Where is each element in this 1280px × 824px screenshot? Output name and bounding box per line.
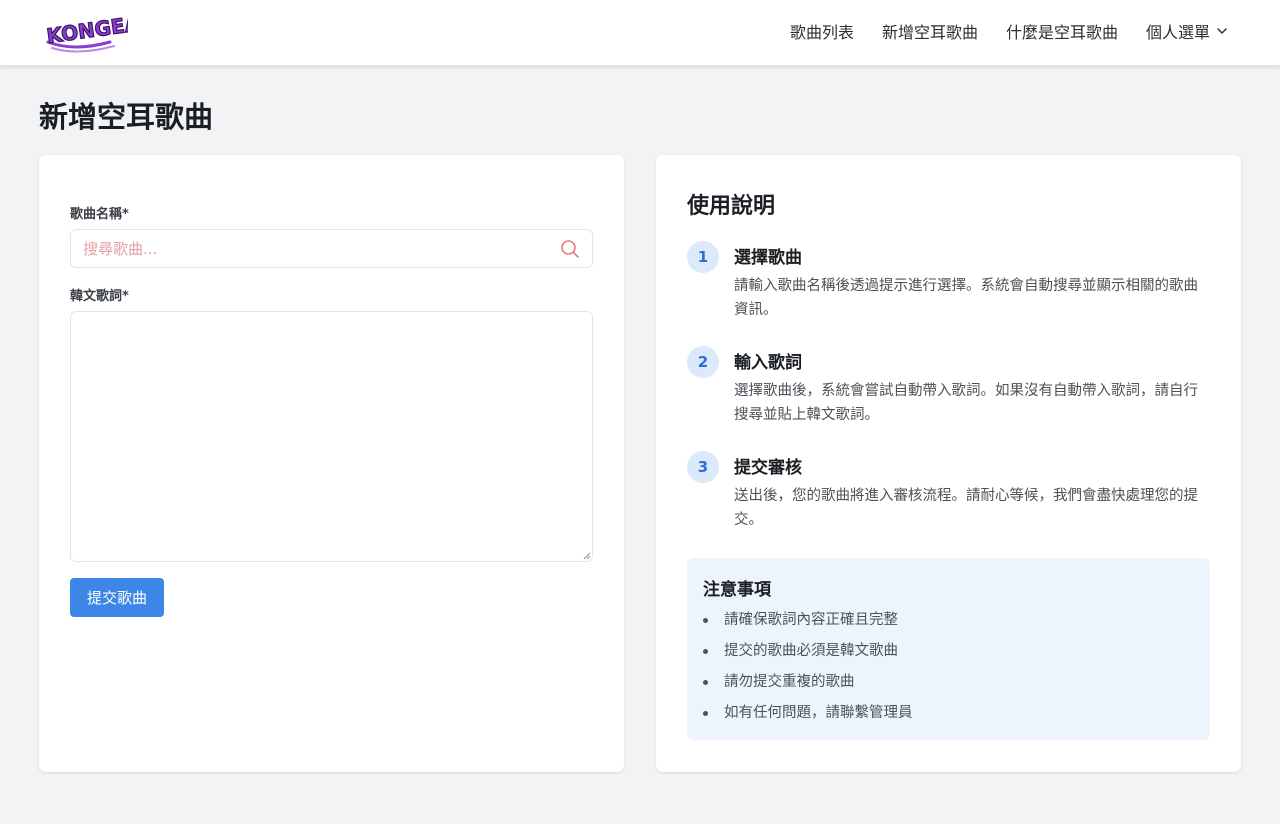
step-number-badge: 1 [687, 241, 719, 273]
notice-box: 注意事項 請確保歌詞內容正確且完整 提交的歌曲必須是韓文歌曲 請勿提交重複的歌曲… [687, 558, 1210, 740]
step-number-badge: 3 [687, 451, 719, 483]
top-navbar: KONGEAR 歌曲列表 新增空耳歌曲 什麼是空耳歌曲 個人選單 [0, 0, 1280, 66]
search-icon[interactable] [560, 239, 580, 259]
resize-grip-icon[interactable] [581, 550, 591, 560]
notice-item: 提交的歌曲必須是韓文歌曲 [703, 639, 913, 670]
step-number-badge: 2 [687, 346, 719, 378]
step-description: 選擇歌曲後，系統會嘗試自動帶入歌詞。如果沒有自動帶入歌詞，請自行搜尋並貼上韓文歌… [734, 383, 1198, 423]
notice-item: 如有任何問題，請聯繫管理員 [703, 701, 913, 732]
submit-song-button[interactable]: 提交歌曲 [70, 578, 164, 617]
instructions-card: 使用說明 1 選擇歌曲 請輸入歌曲名稱後透過提示進行選擇。系統會自動搜尋並顯示相… [656, 155, 1241, 772]
step-description: 送出後，您的歌曲將進入審核流程。請耐心等候，我們會盡快處理您的提交。 [734, 488, 1198, 528]
nav-menu: 歌曲列表 新增空耳歌曲 什麼是空耳歌曲 個人選單 [790, 0, 1228, 62]
page-title: 新增空耳歌曲 [39, 100, 214, 134]
nav-personal-menu[interactable]: 個人選單 [1146, 19, 1228, 43]
lyrics-textarea[interactable] [70, 311, 593, 562]
add-song-form-card: 歌曲名稱* 韓文歌詞* 提交歌曲 [39, 155, 624, 772]
notice-item: 請確保歌詞內容正確且完整 [703, 608, 913, 639]
kongear-logo[interactable]: KONGEAR [44, 8, 157, 54]
notice-list: 請確保歌詞內容正確且完整 提交的歌曲必須是韓文歌曲 請勿提交重複的歌曲 如有任何… [703, 608, 913, 732]
notice-item: 請勿提交重複的歌曲 [703, 670, 913, 701]
nav-what-is-label: 什麼是空耳歌曲 [1005, 23, 1118, 42]
nav-add-song-label: 新增空耳歌曲 [881, 23, 978, 42]
nav-what-is-kongear[interactable]: 什麼是空耳歌曲 [1006, 19, 1118, 43]
nav-song-list[interactable]: 歌曲列表 [790, 19, 854, 43]
song-search-input[interactable] [83, 230, 543, 267]
nav-song-list-label: 歌曲列表 [789, 23, 854, 42]
step-3: 3 提交審核 送出後，您的歌曲將進入審核流程。請耐心等候，我們會盡快處理您的提交… [687, 451, 1212, 531]
step-title: 提交審核 [734, 458, 802, 478]
logo-text: KONGEAR [45, 9, 128, 48]
step-2: 2 輸入歌詞 選擇歌曲後，系統會嘗試自動帶入歌詞。如果沒有自動帶入歌詞，請自行搜… [687, 346, 1212, 426]
instructions-title: 使用說明 [687, 194, 776, 219]
chevron-down-icon [1217, 28, 1227, 34]
step-description: 請輸入歌曲名稱後透過提示進行選擇。系統會自動搜尋並顯示相關的歌曲資訊。 [734, 278, 1198, 318]
step-1: 1 選擇歌曲 請輸入歌曲名稱後透過提示進行選擇。系統會自動搜尋並顯示相關的歌曲資… [687, 241, 1212, 321]
nav-add-song[interactable]: 新增空耳歌曲 [882, 19, 978, 43]
step-title: 選擇歌曲 [734, 248, 802, 268]
nav-personal-menu-label: 個人選單 [1145, 23, 1210, 42]
song-name-label: 歌曲名稱* [70, 207, 129, 222]
lyrics-label: 韓文歌詞* [70, 289, 129, 304]
song-search-box [70, 229, 593, 268]
notice-title: 注意事項 [703, 580, 771, 600]
step-title: 輸入歌詞 [734, 353, 802, 373]
